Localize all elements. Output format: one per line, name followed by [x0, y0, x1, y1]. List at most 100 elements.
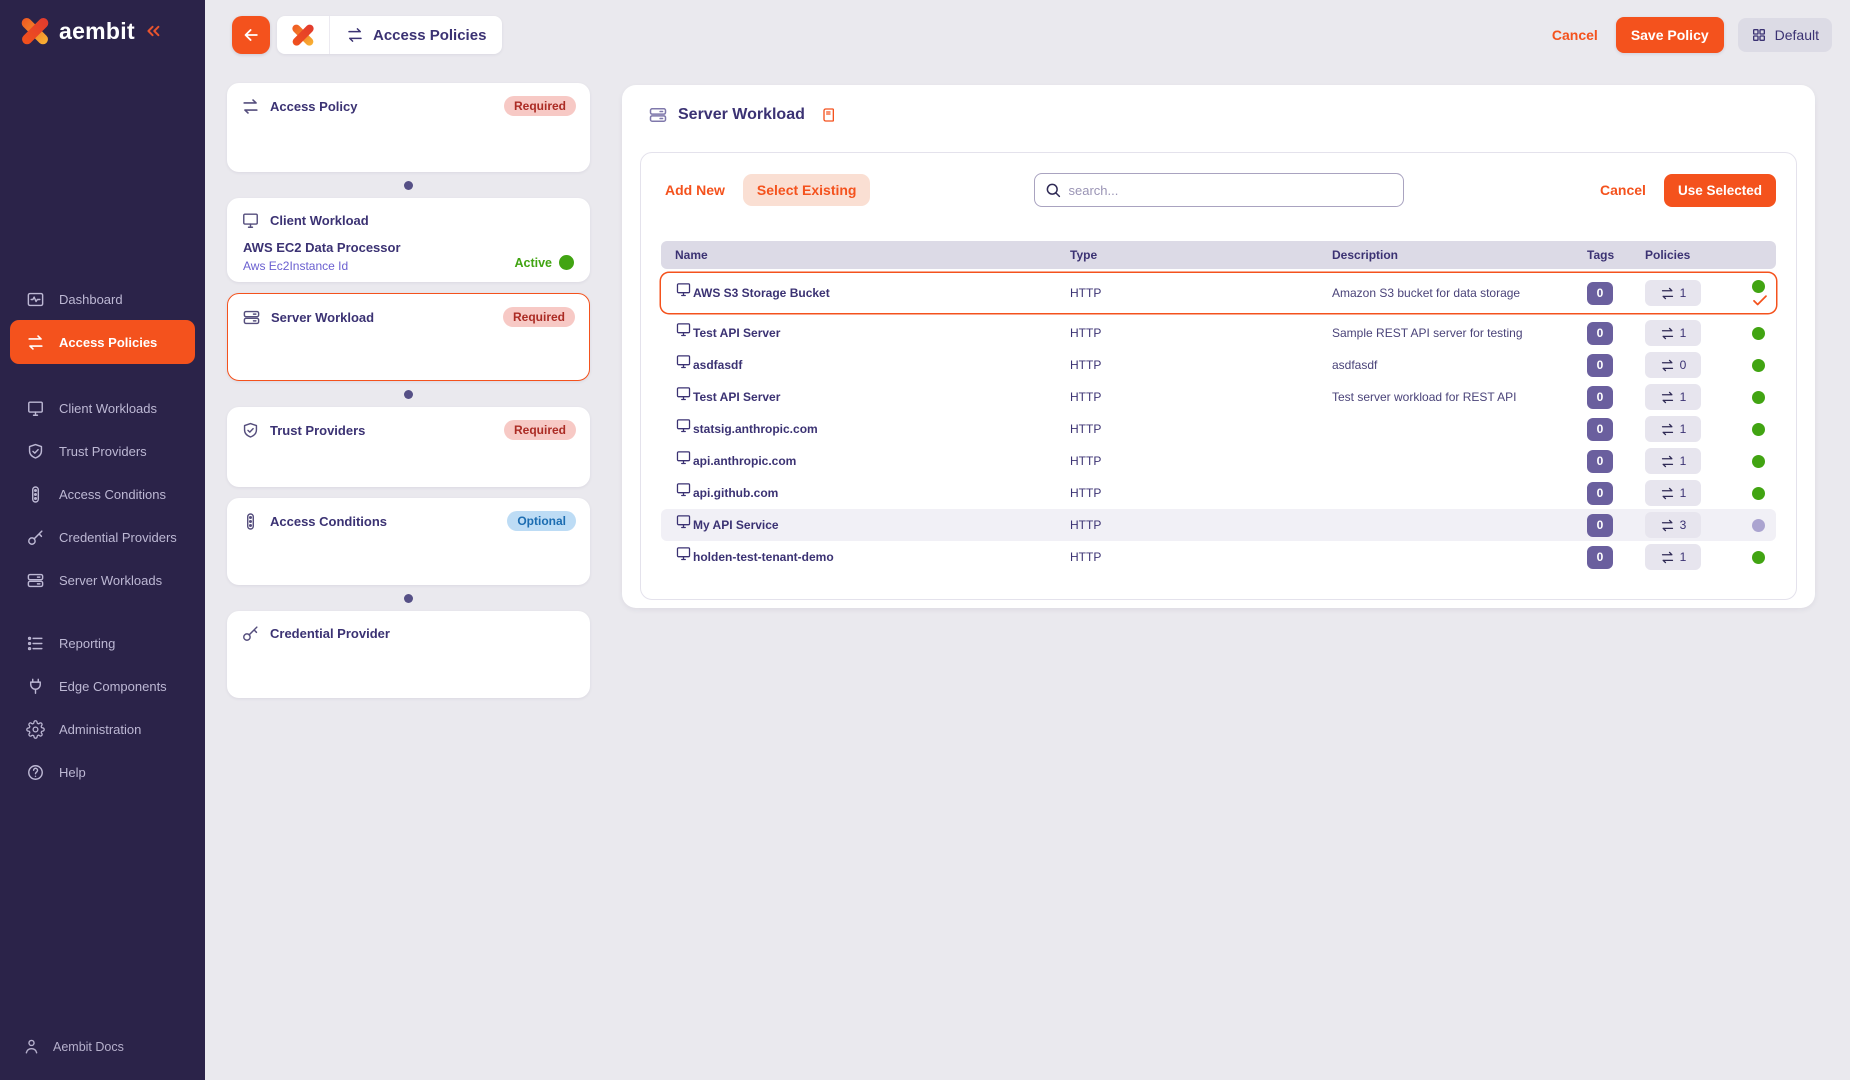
column-header-name: Name: [675, 248, 1070, 262]
server-icon: [242, 308, 261, 327]
table-row[interactable]: statsig.anthropic.com HTTP 0 1: [661, 413, 1776, 445]
gear-icon: [26, 720, 45, 739]
sidebar-docs-link[interactable]: Aembit Docs: [22, 1037, 124, 1056]
monitor-icon: [26, 399, 45, 418]
tags-count-badge: 0: [1587, 282, 1613, 305]
topbar: Access Policies Cancel Save Policy Defau…: [205, 0, 1850, 70]
flow-card-title: Access Conditions: [270, 514, 387, 529]
workload-type: HTTP: [1070, 550, 1332, 564]
status-dot: [1752, 487, 1765, 500]
flow-card-title: Server Workload: [271, 310, 374, 325]
requirement-badge: Required: [504, 420, 576, 440]
select-existing-panel: Add New Select Existing Cancel Use Selec…: [640, 152, 1797, 600]
table-row[interactable]: My API Service HTTP 0 3: [661, 509, 1776, 541]
column-header-tags: Tags: [1587, 248, 1645, 262]
client-workload-status: Active: [514, 255, 574, 270]
transfer-icon: [1660, 550, 1675, 565]
flow-card-server-workload[interactable]: Server Workload Required: [227, 293, 590, 381]
policy-flow-column: Access Policy Required Client Workload A…: [227, 83, 590, 709]
transfer-icon: [346, 26, 364, 44]
workload-type: HTTP: [1070, 454, 1332, 468]
sidebar-item-help[interactable]: Help: [10, 753, 195, 791]
table-header: NameTypeDescriptionTagsPolicies: [661, 241, 1776, 269]
table-row[interactable]: Test API Server HTTP Sample REST API ser…: [661, 317, 1776, 349]
workload-type: HTTP: [1070, 518, 1332, 532]
workload-type: HTTP: [1070, 486, 1332, 500]
tags-count-badge: 0: [1587, 322, 1613, 345]
transfer-icon: [1660, 286, 1675, 301]
workload-name: holden-test-tenant-demo: [693, 550, 834, 564]
select-existing-tab[interactable]: Select Existing: [743, 174, 871, 206]
policies-count-badge: 0: [1645, 352, 1701, 378]
status-dot: [1752, 391, 1765, 404]
sidebar-item-edge-components[interactable]: Edge Components: [10, 667, 195, 705]
plug-icon: [26, 677, 45, 696]
cancel-selection-button[interactable]: Cancel: [1598, 182, 1648, 198]
table-row[interactable]: AWS S3 Storage Bucket HTTP Amazon S3 buc…: [661, 273, 1776, 313]
monitor-icon: [675, 481, 692, 498]
sidebar-item-administration[interactable]: Administration: [10, 710, 195, 748]
policies-count-badge: 1: [1645, 448, 1701, 474]
monitor-icon: [675, 321, 692, 338]
use-selected-button[interactable]: Use Selected: [1664, 174, 1776, 207]
transfer-icon: [26, 333, 45, 352]
tags-count-badge: 0: [1587, 418, 1613, 441]
client-workload-name: AWS EC2 Data Processor: [243, 240, 574, 255]
tags-count-badge: 0: [1587, 354, 1613, 377]
requirement-badge: Optional: [507, 511, 576, 531]
workload-table: AWS S3 Storage Bucket HTTP Amazon S3 buc…: [661, 273, 1776, 573]
status-dot: [1752, 455, 1765, 468]
sidebar-item-trust-providers[interactable]: Trust Providers: [10, 432, 195, 470]
policies-count-badge: 1: [1645, 544, 1701, 570]
sidebar-item-access-policies[interactable]: Access Policies: [10, 320, 195, 364]
sidebar-item-server-workloads[interactable]: Server Workloads: [10, 561, 195, 599]
flow-card-access-conditions[interactable]: Access Conditions Optional: [227, 498, 590, 585]
table-row[interactable]: api.anthropic.com HTTP 0 1: [661, 445, 1776, 477]
add-new-tab[interactable]: Add New: [661, 182, 729, 198]
shield-icon: [241, 421, 260, 440]
status-dot: [1752, 423, 1765, 436]
sidebar-item-dashboard[interactable]: Dashboard: [10, 280, 195, 318]
sidebar-collapse-icon[interactable]: [143, 21, 163, 41]
table-row[interactable]: holden-test-tenant-demo HTTP 0 1: [661, 541, 1776, 573]
default-layout-button[interactable]: Default: [1738, 18, 1832, 52]
requirement-badge: Required: [503, 307, 575, 327]
search-icon: [1044, 181, 1062, 199]
sidebar-item-access-conditions[interactable]: Access Conditions: [10, 475, 195, 513]
back-button[interactable]: [232, 16, 270, 54]
shield-icon: [26, 442, 45, 461]
sidebar-item-reporting[interactable]: Reporting: [10, 624, 195, 662]
server-icon: [648, 105, 668, 125]
table-row[interactable]: api.github.com HTTP 0 1: [661, 477, 1776, 509]
flow-card-credential-provider[interactable]: Credential Provider: [227, 611, 590, 698]
server-workload-panel: Server Workload Add New Select Existing …: [622, 85, 1815, 608]
sidebar-item-client-workloads[interactable]: Client Workloads: [10, 389, 195, 427]
docs-book-icon[interactable]: [821, 107, 837, 123]
aembit-x-logo-icon: [277, 20, 329, 50]
monitor-icon: [675, 417, 692, 434]
cancel-button[interactable]: Cancel: [1548, 27, 1602, 43]
flow-card-trust-providers[interactable]: Trust Providers Required: [227, 407, 590, 487]
column-header-type: Type: [1070, 248, 1332, 262]
monitor-icon: [241, 211, 260, 230]
monitor-icon: [675, 281, 692, 298]
transfer-icon: [1660, 486, 1675, 501]
grid-icon: [1751, 27, 1767, 43]
table-row[interactable]: asdfasdf HTTP asdfasdf 0 0: [661, 349, 1776, 381]
table-row[interactable]: Test API Server HTTP Test server workloa…: [661, 381, 1776, 413]
save-policy-button[interactable]: Save Policy: [1616, 17, 1724, 53]
dashboard-icon: [26, 290, 45, 309]
sidebar-item-credential-providers[interactable]: Credential Providers: [10, 518, 195, 556]
search-input[interactable]: [1034, 173, 1404, 207]
flow-card-title: Access Policy: [270, 99, 357, 114]
tags-count-badge: 0: [1587, 450, 1613, 473]
page-title-card: Access Policies: [277, 16, 502, 54]
workload-name: api.github.com: [693, 486, 778, 500]
workload-type: HTTP: [1070, 422, 1332, 436]
policies-count-badge: 1: [1645, 384, 1701, 410]
policies-count-badge: 1: [1645, 320, 1701, 346]
sidebar-nav: Dashboard Access Policies Client Workloa…: [0, 280, 205, 796]
flow-card-access-policy[interactable]: Access Policy Required: [227, 83, 590, 172]
workload-name: statsig.anthropic.com: [693, 422, 818, 436]
flow-card-client-workload[interactable]: Client Workload AWS EC2 Data ProcessorAw…: [227, 198, 590, 282]
